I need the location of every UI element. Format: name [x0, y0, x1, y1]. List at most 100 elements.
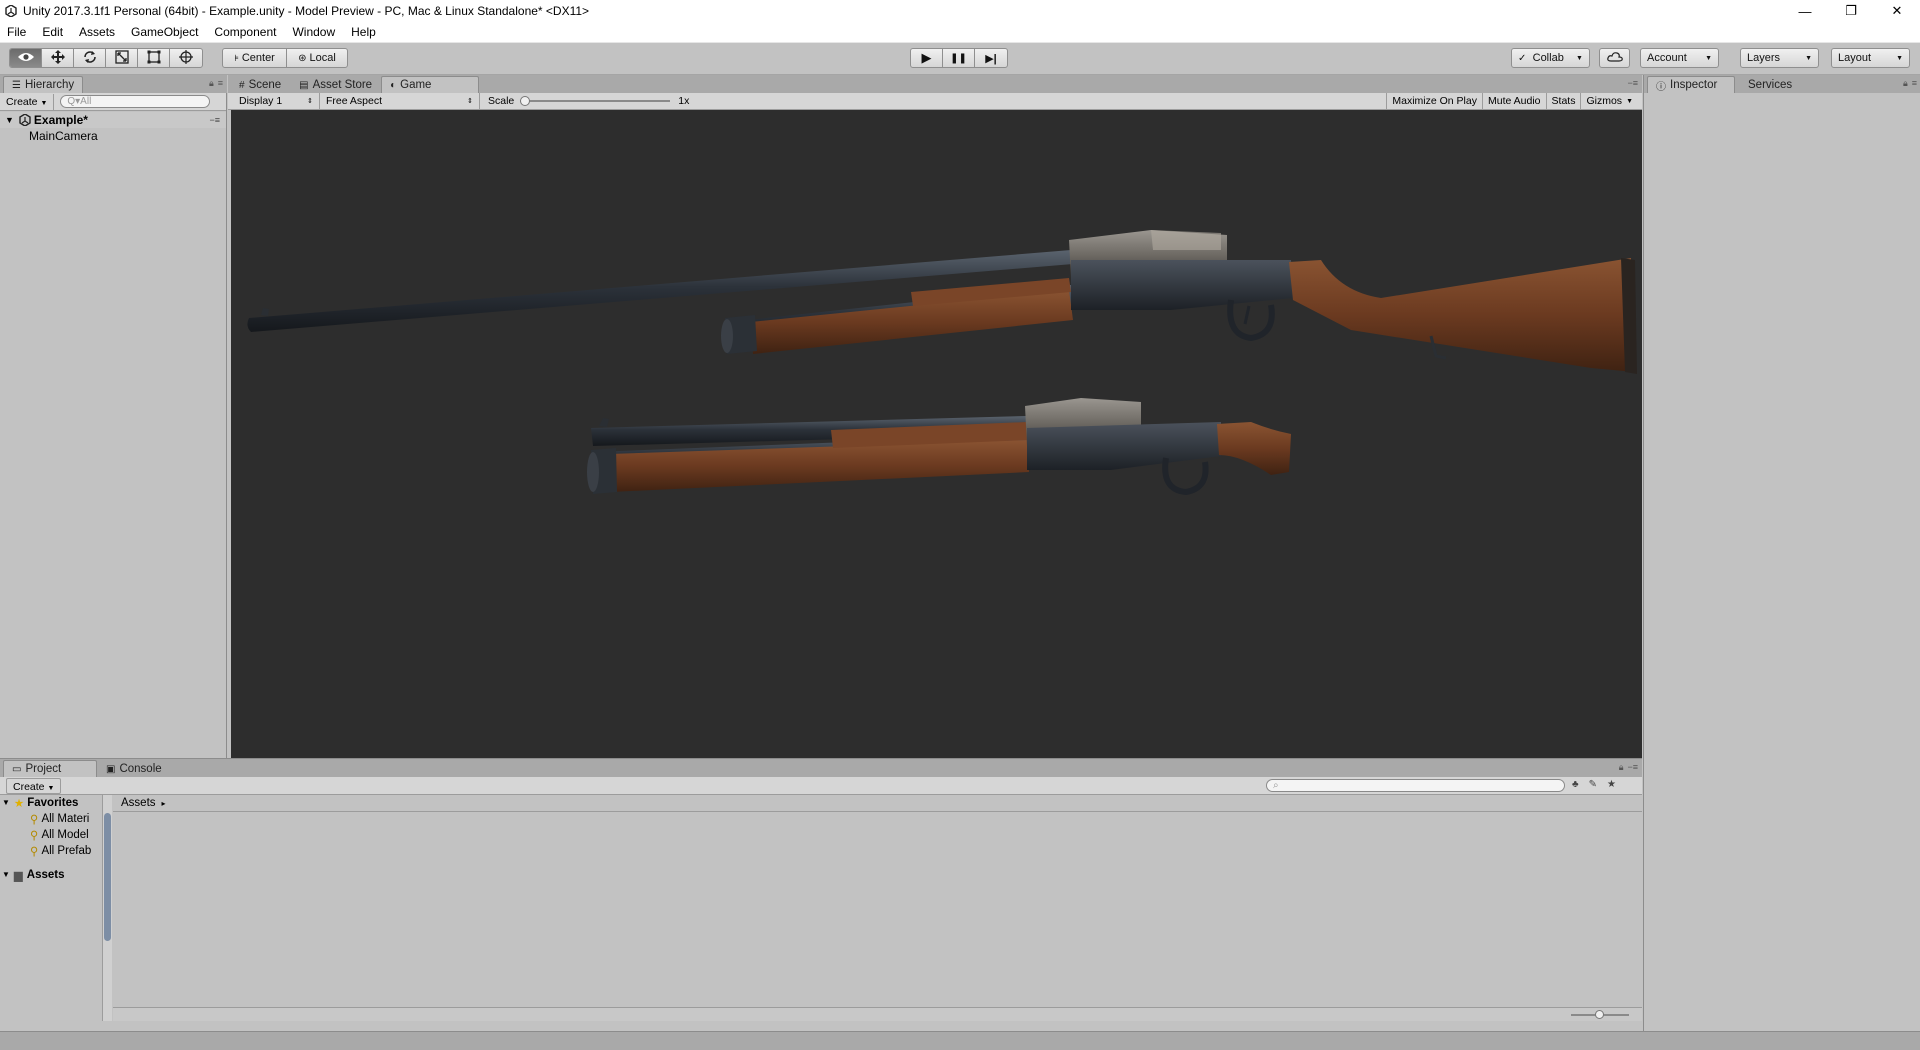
pivot-center-button[interactable]: ⊧ Center [223, 49, 287, 67]
cloud-button[interactable] [1599, 48, 1630, 68]
close-button[interactable]: ✕ [1874, 0, 1920, 22]
menu-gameobject[interactable]: GameObject [123, 22, 206, 43]
folder-icon: ▭ [12, 763, 22, 775]
slider-thumb[interactable] [520, 96, 531, 106]
scene-row[interactable]: ▼ Example* −≡ [0, 112, 226, 128]
rotate-icon [83, 50, 97, 67]
assets-folder-row[interactable]: ▼ ▆ Assets [2, 867, 102, 882]
pivot-local-button[interactable]: ⊛ Local [287, 49, 347, 67]
transform-tool-button[interactable] [170, 49, 202, 67]
filter-by-type-icon[interactable]: ♣ [1572, 779, 1579, 790]
filter-by-label-icon[interactable]: ✎ [1589, 779, 1597, 790]
unity-logo-icon [3, 3, 19, 19]
scale-value: 1x [678, 95, 690, 107]
menu-window[interactable]: Window [284, 22, 343, 43]
favorite-star-icon[interactable]: ★ [1607, 779, 1616, 790]
list-icon: ☰ [12, 79, 21, 91]
console-tab-label: Console [119, 763, 162, 775]
main-toolbar: ⊧ Center ⊛ Local ▶ ❚❚ ▶| ✓ Collab ▼ Acco… [0, 43, 1920, 75]
favorite-item[interactable]: ⚲ All Model [30, 827, 102, 842]
minimize-button[interactable]: — [1782, 0, 1828, 22]
display-dropdown[interactable]: Display 1 ⇕ [233, 93, 320, 109]
panel-menu-icon[interactable]: −≡ [1627, 78, 1638, 88]
scale-label: Scale [488, 95, 515, 107]
menu-help[interactable]: Help [343, 22, 384, 43]
tab-services[interactable]: Services [1739, 76, 1801, 93]
play-button[interactable]: ▶ [911, 49, 943, 67]
favorite-item-label: All Model [41, 828, 89, 841]
scale-tool-button[interactable] [106, 49, 138, 67]
mute-audio-toggle[interactable]: Mute Audio [1481, 93, 1546, 109]
move-tool-button[interactable] [42, 49, 74, 67]
expand-arrow-icon[interactable]: ▼ [5, 115, 14, 125]
panel-menu-icon[interactable]: ≡ [218, 78, 223, 89]
inspector-tabstrip: ⓘ Inspector Services 🔒︎ ≡ [1644, 75, 1920, 93]
hierarchy-tabstrip: ☰ Hierarchy 🔒︎ ≡ [0, 75, 227, 93]
tab-inspector[interactable]: ⓘ Inspector [1647, 76, 1735, 93]
step-button[interactable]: ▶| [975, 49, 1007, 67]
slider-track [520, 100, 671, 102]
shotgun-render [247, 230, 1637, 496]
grid-icon: # [239, 79, 245, 91]
menu-component[interactable]: Component [206, 22, 284, 43]
dropdown-arrow-icon: ▼ [47, 785, 55, 792]
panel-menu-icon[interactable]: −≡ [1627, 762, 1638, 773]
lock-icon[interactable]: 🔒︎ [1903, 78, 1908, 89]
pause-icon: ❚❚ [950, 52, 967, 64]
menu-assets[interactable]: Assets [71, 22, 123, 43]
lock-icon[interactable]: 🔒︎ [209, 78, 214, 89]
project-create-button[interactable]: Create ▼ [6, 778, 62, 794]
pause-button[interactable]: ❚❚ [943, 49, 975, 67]
tab-game[interactable]: ◐ Game [381, 76, 480, 93]
scene-menu-icon[interactable]: −≡ [209, 115, 220, 125]
maximize-button[interactable]: ❐ [1828, 0, 1874, 22]
view-tool-button[interactable] [10, 49, 42, 67]
tab-hierarchy[interactable]: ☰ Hierarchy [3, 76, 84, 93]
stats-toggle[interactable]: Stats [1545, 93, 1581, 109]
search-icon: ⌕ [1273, 780, 1279, 791]
hierarchy-search-input[interactable]: Q▾All [60, 95, 211, 108]
transform-icon [179, 49, 193, 67]
menu-bar: File Edit Assets GameObject Component Wi… [0, 22, 1920, 43]
eye-icon [17, 52, 35, 65]
tab-console[interactable]: ▣ Console [97, 760, 171, 777]
aspect-dropdown[interactable]: Free Aspect ⇕ [320, 93, 480, 109]
title-bar: Unity 2017.3.1f1 Personal (64bit) - Exam… [0, 0, 1920, 22]
game-viewport[interactable] [231, 110, 1642, 758]
shotgun-full [247, 230, 1637, 374]
hierarchy-item-maincamera[interactable]: MainCamera [0, 128, 226, 144]
tree-scrollbar[interactable] [102, 795, 112, 1021]
panel-menu-icon[interactable]: ≡ [1912, 78, 1917, 89]
project-tabstrip: ▭ Project ▣ Console 🔒︎ −≡ [0, 759, 1642, 777]
scrollbar-thumb[interactable] [104, 813, 111, 941]
hierarchy-create-button[interactable]: Create ▼ [0, 93, 55, 110]
menu-edit[interactable]: Edit [34, 22, 71, 43]
layout-dropdown[interactable]: Layout ▼ [1831, 48, 1910, 68]
tab-project[interactable]: ▭ Project [3, 760, 97, 777]
tab-scene[interactable]: # Scene [230, 76, 290, 93]
info-icon: ⓘ [1656, 81, 1666, 93]
rect-tool-button[interactable] [138, 49, 170, 67]
expand-arrow-icon[interactable]: ▼ [2, 798, 10, 807]
project-search-input[interactable]: ⌕ [1266, 779, 1565, 792]
account-label: Account [1647, 52, 1687, 64]
tab-asset-store[interactable]: ▤ Asset Store [290, 76, 381, 93]
collab-dropdown[interactable]: ✓ Collab ▼ [1511, 48, 1590, 68]
scale-slider[interactable] [520, 96, 671, 106]
lock-icon[interactable]: 🔒︎ [1619, 762, 1624, 773]
favorites-row[interactable]: ▼ ★ Favorites [2, 795, 106, 810]
favorite-item[interactable]: ⚲ All Materi [30, 811, 102, 826]
maximize-on-play-toggle[interactable]: Maximize On Play [1386, 93, 1482, 109]
game-view-toolbar: Display 1 ⇕ Free Aspect ⇕ Scale 1x Maxim… [228, 93, 1642, 110]
search-filter-icon: ⚲ [30, 829, 39, 842]
dropdown-arrow-icon: ▼ [1626, 97, 1633, 105]
account-dropdown[interactable]: Account ▼ [1640, 48, 1719, 68]
menu-file[interactable]: File [0, 22, 34, 43]
rotate-tool-button[interactable] [74, 49, 106, 67]
gizmos-dropdown[interactable]: Gizmos ▼ [1580, 93, 1638, 109]
favorite-item[interactable]: ⚲ All Prefab [30, 843, 102, 858]
layers-dropdown[interactable]: Layers ▼ [1740, 48, 1819, 68]
breadcrumb-assets[interactable]: Assets [121, 797, 156, 809]
expand-arrow-icon[interactable]: ▼ [2, 870, 10, 879]
icon-size-slider-thumb[interactable] [1595, 1010, 1604, 1019]
